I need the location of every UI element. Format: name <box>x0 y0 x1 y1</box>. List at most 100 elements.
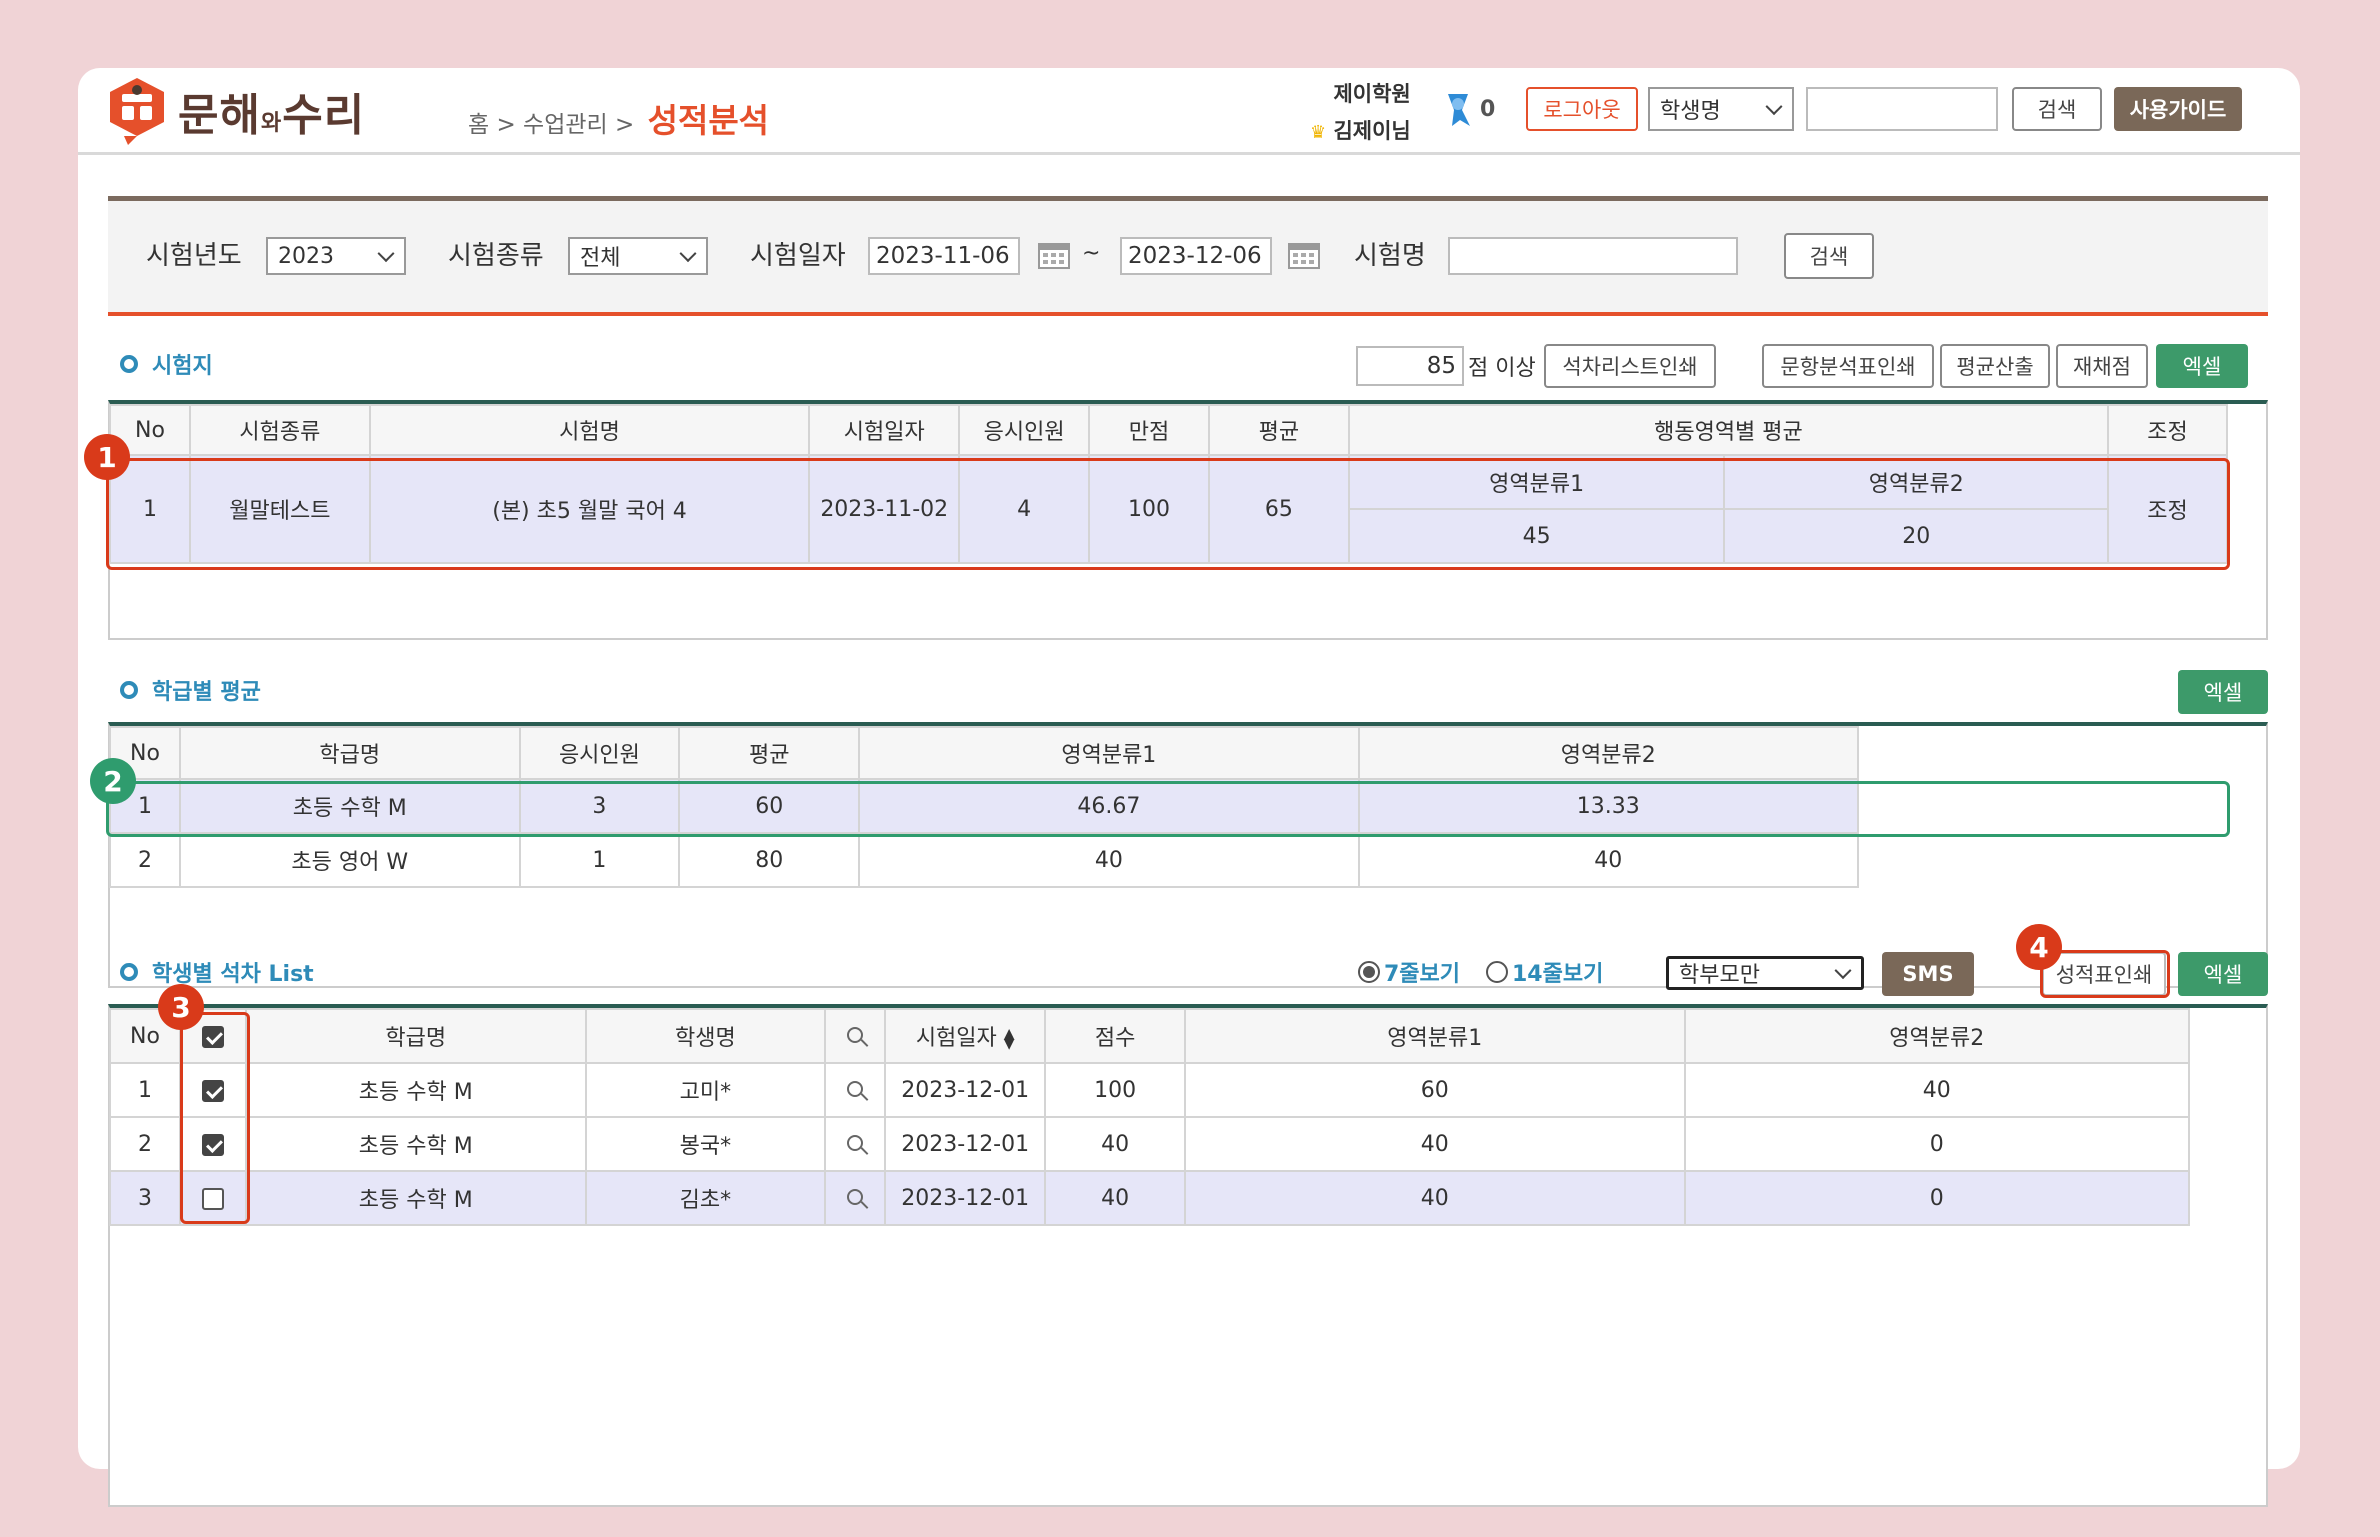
col-full-score: 만점 <box>1088 404 1210 456</box>
view-7-radio[interactable]: 7줄보기 <box>1358 956 1460 988</box>
col-exam-type: 시험종류 <box>188 404 371 456</box>
type-select[interactable]: 전체 <box>568 237 708 275</box>
class-table: No 학급명 응시인원 평균 영역분류1 영역분류2 1 초등 수학 M 3 6… <box>109 726 1860 888</box>
sms-button[interactable]: SMS <box>1882 952 1974 996</box>
breadcrumb: 홈 > 수업관리 > 성적분석 <box>468 94 769 142</box>
exam-excel-button[interactable]: 엑셀 <box>2156 344 2248 388</box>
search-icon[interactable] <box>847 1188 864 1205</box>
year-label: 시험년도 <box>146 241 242 271</box>
date-from-input[interactable]: 2023-11-06 <box>868 237 1020 275</box>
year-select[interactable]: 2023 <box>266 237 406 275</box>
header-search-button[interactable]: 검색 <box>2012 87 2102 131</box>
col-exam-date[interactable]: 시험일자 ▲ ▼ <box>884 1008 1047 1064</box>
type-value: 전체 <box>580 246 621 271</box>
rank-list-print-button[interactable]: 석차리스트인쇄 <box>1544 344 1716 388</box>
col-area2: 영역분류2 <box>1683 1008 2190 1064</box>
main-card: 문해와수리 홈 > 수업관리 > 성적분석 제이학원 ♛ 김제이님 0 로그아웃… <box>78 68 2300 1507</box>
col-area1: 영역분류1 <box>858 726 1360 780</box>
col-area2: 영역분류2 <box>1357 726 1860 780</box>
ribbon-icon <box>1448 94 1470 126</box>
point-badge[interactable]: 0 <box>1444 90 1495 128</box>
calendar-icon[interactable] <box>1288 241 1320 269</box>
item-analysis-print-button[interactable]: 문항분석표인쇄 <box>1762 344 1934 388</box>
exam-name-input[interactable] <box>1448 237 1738 275</box>
type-label: 시험종류 <box>448 241 544 271</box>
annotation-badge-4: 4 <box>2016 924 2062 970</box>
select-all-checkbox[interactable] <box>201 1025 224 1048</box>
table-row[interactable]: 2 초등 수학 M 봉국* 2023-12-01 40 40 0 <box>109 1116 2190 1172</box>
col-class-name: 학급명 <box>244 1008 587 1064</box>
recipient-select[interactable]: 학부모만 <box>1666 956 1864 990</box>
user-guide-button[interactable]: 사용가이드 <box>2114 87 2242 131</box>
cell-student-name: 김초* <box>584 1170 827 1226</box>
cell-score: 100 <box>1044 1062 1187 1118</box>
search-icon[interactable] <box>847 1080 864 1097</box>
row-checkbox[interactable] <box>201 1079 224 1102</box>
cell-checkbox[interactable] <box>178 1170 247 1226</box>
cell-exam-date: 2023-11-02 <box>808 454 961 564</box>
table-row[interactable]: 1 초등 수학 M 고미* 2023-12-01 100 60 40 <box>109 1062 2190 1118</box>
filter-search-button[interactable]: 검색 <box>1784 233 1874 279</box>
header-search-input[interactable] <box>1806 87 1998 131</box>
table-row[interactable]: 3 초등 수학 M 김초* 2023-12-01 40 40 0 <box>109 1170 2190 1226</box>
view-14-label: 14줄보기 <box>1512 962 1604 987</box>
table-row[interactable]: 1 월말테스트 (본) 초5 월말 국어 4 2023-11-02 4 100 … <box>109 454 2228 564</box>
col-average: 평균 <box>678 726 861 780</box>
bullet-icon <box>120 681 138 699</box>
calendar-icon[interactable] <box>1038 241 1070 269</box>
user-name: 김제이님 <box>1333 119 1411 143</box>
student-excel-button[interactable]: 엑셀 <box>2178 952 2268 996</box>
chevron-down-icon <box>1765 98 1783 116</box>
student-table: No 학급명 학생명 시험일자 ▲ ▼ 점수 영역분류1 영역분류2 1 초등 수… <box>109 1008 2190 1226</box>
cell-search[interactable] <box>824 1170 887 1226</box>
cell-exam-name[interactable]: (본) 초5 월말 국어 4 <box>368 454 811 564</box>
regrade-button[interactable]: 재채점 <box>2056 344 2148 388</box>
table-row[interactable]: 1 초등 수학 M 3 60 46.67 13.33 <box>109 778 1860 834</box>
row-checkbox[interactable] <box>201 1133 224 1156</box>
report-print-button[interactable]: 성적표인쇄 <box>2042 952 2166 996</box>
date-to-input[interactable]: 2023-12-06 <box>1120 237 1272 275</box>
sort-icon[interactable]: ▲ ▼ <box>1004 1027 1015 1051</box>
point-count: 0 <box>1480 96 1496 122</box>
class-excel-button[interactable]: 엑셀 <box>2178 670 2268 714</box>
annotation-badge-1: 1 <box>84 434 130 480</box>
cell-area2: 0 <box>1683 1116 2190 1172</box>
cell-checkbox[interactable] <box>178 1062 247 1118</box>
user-name-row: ♛ 김제이님 <box>1310 113 1411 151</box>
cell-exam-date: 2023-12-01 <box>884 1170 1047 1226</box>
view-14-radio[interactable]: 14줄보기 <box>1486 956 1603 988</box>
cell-search[interactable] <box>824 1116 887 1172</box>
cell-score: 40 <box>1044 1170 1187 1226</box>
col-count: 응시인원 <box>518 726 681 780</box>
cell-area1: 46.67 <box>858 778 1360 834</box>
annotation-badge-2: 2 <box>90 758 136 804</box>
user-info: 제이학원 ♛ 김제이님 <box>1310 76 1411 151</box>
search-type-select[interactable]: 학생명 <box>1648 87 1794 131</box>
threshold-input[interactable]: 85 <box>1356 346 1464 386</box>
cell-full-score: 100 <box>1088 454 1210 564</box>
cell-no: 2 <box>109 1116 181 1172</box>
exam-table-header: No 시험종류 시험명 시험일자 응시인원 만점 평균 행동영역별 평균 조정 <box>109 404 2228 456</box>
col-adjust: 조정 <box>2107 404 2228 456</box>
row-checkbox[interactable] <box>201 1187 224 1210</box>
logout-button[interactable]: 로그아웃 <box>1526 87 1638 131</box>
cell-checkbox[interactable] <box>178 1116 247 1172</box>
academy-name: 제이학원 <box>1333 82 1411 106</box>
table-row[interactable]: 2 초등 영어 W 1 80 40 40 <box>109 832 1860 888</box>
cell-area2: 0 <box>1683 1170 2190 1226</box>
adjust-link[interactable]: 조정 <box>2107 454 2228 564</box>
average-calc-button[interactable]: 평균산출 <box>1940 344 2050 388</box>
annotation-badge-3: 3 <box>158 984 204 1030</box>
cell-area2-value: 20 <box>1723 508 2110 564</box>
cell-average: 65 <box>1207 454 1350 564</box>
cell-search[interactable] <box>824 1062 887 1118</box>
cell-class-name: 초등 수학 M <box>244 1170 587 1226</box>
col-search <box>824 1008 887 1064</box>
col-average: 평균 <box>1207 404 1350 456</box>
logo[interactable]: 문해와수리 <box>108 76 365 146</box>
search-icon[interactable] <box>847 1134 864 1151</box>
class-section-label: 학급별 평균 <box>152 680 261 705</box>
cell-area1: 40 <box>858 832 1360 888</box>
chevron-down-icon <box>1834 962 1852 980</box>
cell-area2: 13.33 <box>1357 778 1860 834</box>
